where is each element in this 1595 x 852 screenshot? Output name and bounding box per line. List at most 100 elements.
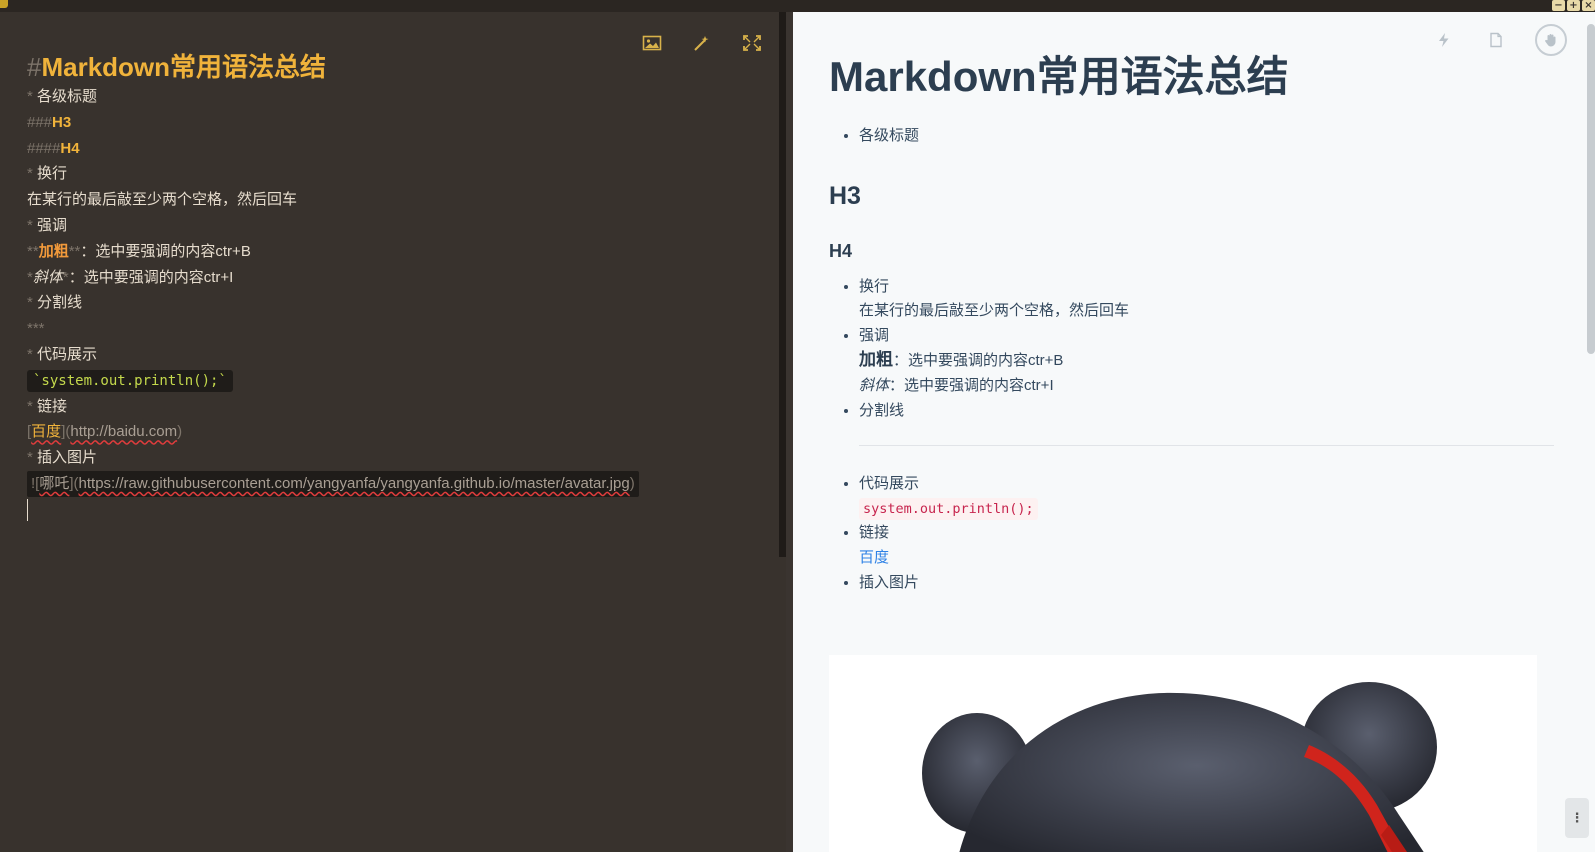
- md-mark: *: [27, 449, 38, 467]
- source-h3: ###H3: [27, 110, 767, 136]
- source-line: * 插入图片: [27, 445, 767, 471]
- list-item-label: 代码展示: [859, 475, 920, 493]
- md-mark: ###: [27, 113, 53, 131]
- avatar-image: [829, 655, 1537, 852]
- list-item: 换行 在某行的最后敲至少两个空格，然后回车: [859, 275, 1554, 324]
- italic-text: 斜体: [859, 376, 890, 394]
- markdown-editor[interactable]: #Markdown常用语法总结 * 各级标题 ###H3 ####H4 * 换行…: [0, 12, 786, 852]
- source-link-url: http://baidu.com: [70, 423, 178, 441]
- preview-h1: Markdown常用语法总结: [829, 53, 1289, 100]
- app-icon: [0, 0, 8, 8]
- preview-list: 换行 在某行的最后敲至少两个空格，然后回车 强调 加粗：选中要强调的内容ctr+…: [829, 275, 1554, 596]
- source-line: 在某行的最后敲至少两个空格，然后回车: [27, 187, 767, 213]
- source-hr-line: ***: [27, 316, 767, 342]
- window-controls: − + ×: [1552, 0, 1595, 12]
- bold-rest: ：选中要强调的内容ctr+B: [893, 352, 1064, 370]
- source-text: 分割线: [37, 294, 83, 312]
- list-item-label: 换行: [859, 277, 890, 295]
- bold-example: 加粗：选中要强调的内容ctr+B: [859, 348, 1554, 374]
- source-h1-text: Markdown常用语法总结: [41, 52, 327, 82]
- md-mark: **: [68, 242, 81, 260]
- more-icon[interactable]: ⋮: [1565, 798, 1589, 838]
- md-mark: *: [27, 397, 38, 415]
- list-item-label: 插入图片: [859, 573, 920, 591]
- preview-content: Markdown常用语法总结 各级标题 H3 H4 换行 在某行的最后敲至少两个…: [829, 52, 1554, 595]
- editor-scrollbar[interactable]: [779, 12, 786, 557]
- document-icon[interactable]: [1483, 27, 1509, 53]
- source-line: * 代码展示: [27, 342, 767, 368]
- inline-code: system.out.println();: [859, 497, 1038, 520]
- source-link-line: [百度](http://baidu.com): [27, 419, 767, 445]
- source-italic-line: *斜体*：选中要强调的内容ctr+I: [27, 265, 767, 291]
- list-item: 代码展示 system.out.println();: [859, 472, 1554, 521]
- source-line: * 链接: [27, 394, 767, 420]
- source-text: ：选中要强调的内容ctr+I: [68, 268, 234, 286]
- list-item-body: 在某行的最后敲至少两个空格，然后回车: [859, 302, 1130, 320]
- list-item: 插入图片: [859, 571, 1554, 596]
- close-button[interactable]: ×: [1582, 0, 1595, 11]
- md-mark: *: [27, 294, 38, 312]
- source-image-line: ![哪吒](https://raw.githubusercontent.com/…: [27, 470, 767, 497]
- baidu-link[interactable]: 百度: [859, 549, 889, 566]
- source-line: * 各级标题: [27, 84, 767, 110]
- source-h3-text: H3: [52, 113, 72, 131]
- source-line: * 强调: [27, 213, 767, 239]
- preview-h3: H3: [829, 181, 861, 210]
- md-mark: **: [27, 242, 39, 260]
- source-h4-text: H4: [60, 139, 80, 157]
- minimize-button[interactable]: −: [1552, 0, 1565, 11]
- markdown-preview: Markdown常用语法总结 各级标题 H3 H4 换行 在某行的最后敲至少两个…: [793, 12, 1595, 852]
- text-caret: [27, 498, 28, 521]
- source-text: 换行: [37, 165, 68, 183]
- source-link-text: 百度: [31, 423, 62, 441]
- maximize-button[interactable]: +: [1567, 0, 1580, 11]
- source-h1: #Markdown常用语法总结: [27, 52, 767, 82]
- md-mark: *: [27, 216, 38, 234]
- source-text: ：选中要强调的内容ctr+B: [80, 242, 251, 260]
- md-mark: ####: [27, 139, 61, 157]
- source-line: * 换行: [27, 161, 767, 187]
- md-mark: ***: [27, 320, 45, 338]
- list-item-label: 链接: [859, 524, 890, 542]
- source-bold-text: 加粗: [38, 242, 69, 260]
- md-mark: #: [27, 52, 42, 82]
- title-bar: − + ×: [0, 0, 1595, 12]
- source-text: 强调: [37, 216, 68, 234]
- list-item: 链接 百度: [859, 521, 1554, 570]
- list-item: 强调 加粗：选中要强调的内容ctr+B 斜体：选中要强调的内容ctr+I: [859, 324, 1554, 399]
- md-mark: ): [177, 423, 183, 441]
- md-mark: *: [27, 165, 38, 183]
- md-mark: ): [629, 474, 635, 492]
- list-item: 分割线: [859, 399, 1554, 447]
- lightning-icon[interactable]: [1431, 27, 1457, 53]
- code-example: system.out.println();: [859, 497, 1554, 522]
- list-item-label: 强调: [859, 326, 890, 344]
- source-text: 插入图片: [37, 449, 98, 467]
- preview-h4: H4: [829, 240, 853, 261]
- source-text: 在某行的最后敲至少两个空格，然后回车: [27, 191, 298, 209]
- preview-list: 各级标题: [829, 124, 1554, 149]
- preview-scrollbar[interactable]: [1587, 24, 1595, 354]
- source-italic-text: 斜体: [32, 268, 63, 286]
- source-text: 链接: [37, 397, 68, 415]
- md-mark: *: [27, 345, 38, 363]
- source-image-alt: 哪吒: [39, 474, 70, 492]
- italic-rest: ：选中要强调的内容ctr+I: [889, 376, 1054, 394]
- md-mark: ](: [61, 423, 71, 441]
- md-mark: ](: [69, 474, 79, 492]
- source-h4: ####H4: [27, 136, 767, 162]
- source-image-url: https://raw.githubusercontent.com/yangya…: [78, 474, 630, 492]
- bold-text: 加粗: [859, 350, 893, 370]
- link-example: 百度: [859, 546, 1554, 571]
- source-bold-line: **加粗**：选中要强调的内容ctr+B: [27, 239, 767, 265]
- source-code-line: `system.out.println();`: [27, 368, 767, 394]
- source-line: * 分割线: [27, 290, 767, 316]
- source-text: 各级标题: [37, 88, 98, 105]
- nezha-hair-illustration: [922, 682, 1437, 852]
- horizontal-rule: [859, 445, 1554, 447]
- source-image-markup: ![哪吒](https://raw.githubusercontent.com/…: [27, 470, 639, 497]
- list-item-label: 分割线: [859, 401, 905, 419]
- md-mark: *: [27, 88, 38, 105]
- editor-source[interactable]: #Markdown常用语法总结 * 各级标题 ###H3 ####H4 * 换行…: [27, 52, 767, 521]
- source-inline-code: `system.out.println();`: [27, 369, 233, 392]
